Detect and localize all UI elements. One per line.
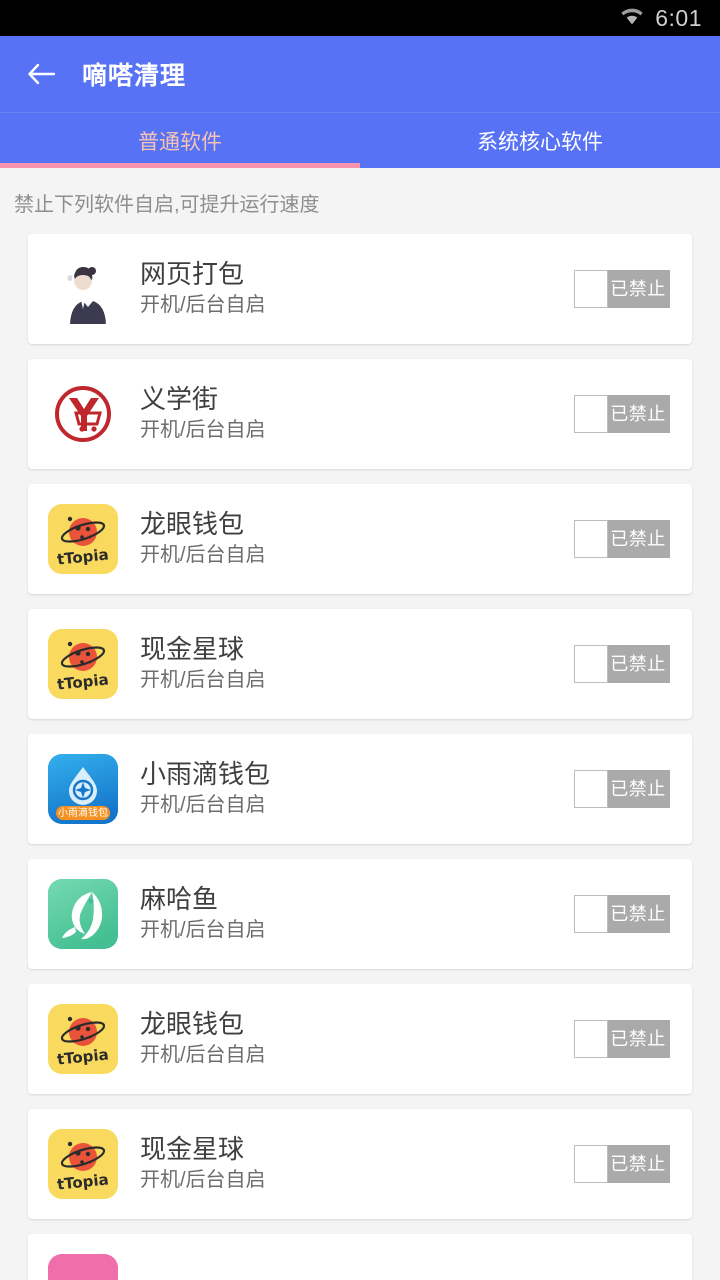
app-list-item[interactable]: tTopia 现金星球开机/后台自启 已禁止 — [28, 1109, 692, 1219]
app-list-item[interactable]: tTopia 龙眼钱包开机/后台自启 已禁止 — [28, 984, 692, 1094]
app-bar: 嘀嗒清理 — [0, 36, 720, 112]
app-autostart-type: 开机/后台自启 — [140, 294, 266, 317]
wifi-icon — [619, 6, 645, 31]
autostart-app-list: 网页打包 开机/后台自启 已禁止 义学街 开机/后台自启 已禁止 tTopia 龙眼钱包 开机/… — [0, 234, 720, 1280]
tab-system-apps[interactable]: 系统核心软件 — [360, 113, 720, 168]
app-name: 小雨滴钱包 — [140, 758, 271, 789]
toggle-state-label: 已禁止 — [610, 529, 666, 549]
toggle-thumb — [574, 270, 608, 308]
app-autostart-type: 开机/后台自启 — [140, 544, 266, 567]
toggle-thumb — [574, 520, 608, 558]
app-name: 现金星球 — [140, 633, 245, 664]
screen-root: 6:01 嘀嗒清理 普通软件 系统核心软件 禁止下列软件自启,可提升运行速度 网… — [0, 0, 720, 1280]
toggle-thumb — [574, 1145, 608, 1183]
toggle-state-label: 已禁止 — [610, 1154, 666, 1174]
app-text-block: 现金星球开机/后台自启 — [140, 634, 574, 695]
toggle-state-label: 已禁止 — [610, 404, 666, 424]
app-text-block: 龙眼钱包开机/后台自启 — [140, 509, 574, 570]
page-title: 嘀嗒清理 — [82, 62, 187, 90]
app-autostart-type: 开机/后台自启 — [140, 419, 266, 442]
autostart-toggle[interactable]: 已禁止 — [574, 645, 670, 683]
toggle-thumb — [574, 645, 608, 683]
status-bar: 6:01 — [0, 0, 720, 36]
autostart-toggle[interactable]: 已禁止 — [574, 395, 670, 433]
fish-icon — [48, 879, 118, 949]
app-text-block: 网页打包开机/后台自启 — [140, 259, 574, 320]
tab-bar: 普通软件 系统核心软件 — [0, 112, 720, 168]
back-arrow-icon[interactable] — [26, 59, 56, 89]
autostart-toggle[interactable]: 已禁止 — [574, 895, 670, 933]
ttopia-planet-icon: tTopia — [48, 504, 118, 574]
ttopia-planet-icon: tTopia — [48, 1004, 118, 1074]
toggle-state-label: 已禁止 — [610, 279, 666, 299]
app-autostart-type: 开机/后台自启 — [140, 1169, 266, 1192]
person-photo-icon — [48, 254, 118, 324]
ttopia-planet-icon: tTopia — [48, 629, 118, 699]
app-name: 龙眼钱包 — [140, 1008, 245, 1039]
app-list-item[interactable]: 麻哈鱼开机/后台自启 已禁止 — [28, 859, 692, 969]
hint-text: 禁止下列软件自启,可提升运行速度 — [14, 194, 320, 216]
app-autostart-type: 开机/后台自启 — [140, 919, 266, 942]
autostart-toggle[interactable]: 已禁止 — [574, 520, 670, 558]
app-list-item[interactable]: 义学街开机/后台自启 已禁止 — [28, 359, 692, 469]
app-list-item-partial[interactable] — [28, 1234, 692, 1280]
toggle-state-label: 已禁止 — [610, 904, 666, 924]
toggle-state-label: 已禁止 — [610, 1029, 666, 1049]
app-autostart-type: 开机/后台自启 — [140, 1044, 266, 1067]
app-text-block: 义学街开机/后台自启 — [140, 384, 574, 445]
app-list-item[interactable]: tTopia 龙眼钱包开机/后台自启 已禁止 — [28, 484, 692, 594]
toggle-thumb — [574, 770, 608, 808]
app-text-block: 现金星球开机/后台自启 — [140, 1134, 574, 1195]
svg-text:小雨滴钱包: 小雨滴钱包 — [58, 806, 108, 819]
toggle-state-label: 已禁止 — [610, 654, 666, 674]
app-name: 龙眼钱包 — [140, 508, 245, 539]
app-name: 麻哈鱼 — [140, 883, 219, 914]
status-bar-clock: 6:01 — [655, 4, 702, 31]
tab-active-indicator — [0, 163, 360, 168]
autostart-toggle[interactable]: 已禁止 — [574, 1020, 670, 1058]
app-autostart-type: 开机/后台自启 — [140, 669, 266, 692]
app-autostart-type: 开机/后台自启 — [140, 794, 266, 817]
autostart-toggle[interactable]: 已禁止 — [574, 770, 670, 808]
toggle-state-label: 已禁止 — [610, 779, 666, 799]
app-list-item[interactable]: 小雨滴钱包 小雨滴钱包 开机/后台自启 已禁止 — [28, 734, 692, 844]
autostart-toggle[interactable]: 已禁止 — [574, 270, 670, 308]
red-cart-y-icon — [48, 379, 118, 449]
toggle-thumb — [574, 1020, 608, 1058]
toggle-thumb — [574, 895, 608, 933]
app-list-item[interactable]: 网页打包开机/后台自启 已禁止 — [28, 234, 692, 344]
app-list-item[interactable]: tTopia 现金星球开机/后台自启 已禁止 — [28, 609, 692, 719]
app-name: 现金星球 — [140, 1133, 245, 1164]
app-text-block: 麻哈鱼开机/后台自启 — [140, 884, 574, 945]
water-drop-icon: 小雨滴钱包 — [48, 754, 118, 824]
tab-normal-apps[interactable]: 普通软件 — [0, 113, 360, 168]
ttopia-planet-icon: tTopia — [48, 1129, 118, 1199]
app-text-block: 小雨滴钱包开机/后台自启 — [140, 759, 574, 820]
app-text-block: 龙眼钱包开机/后台自启 — [140, 1009, 574, 1070]
autostart-toggle[interactable]: 已禁止 — [574, 1145, 670, 1183]
app-name: 网页打包 — [140, 258, 245, 289]
pink-app-icon — [48, 1254, 118, 1280]
app-name: 义学街 — [140, 383, 219, 414]
toggle-thumb — [574, 395, 608, 433]
